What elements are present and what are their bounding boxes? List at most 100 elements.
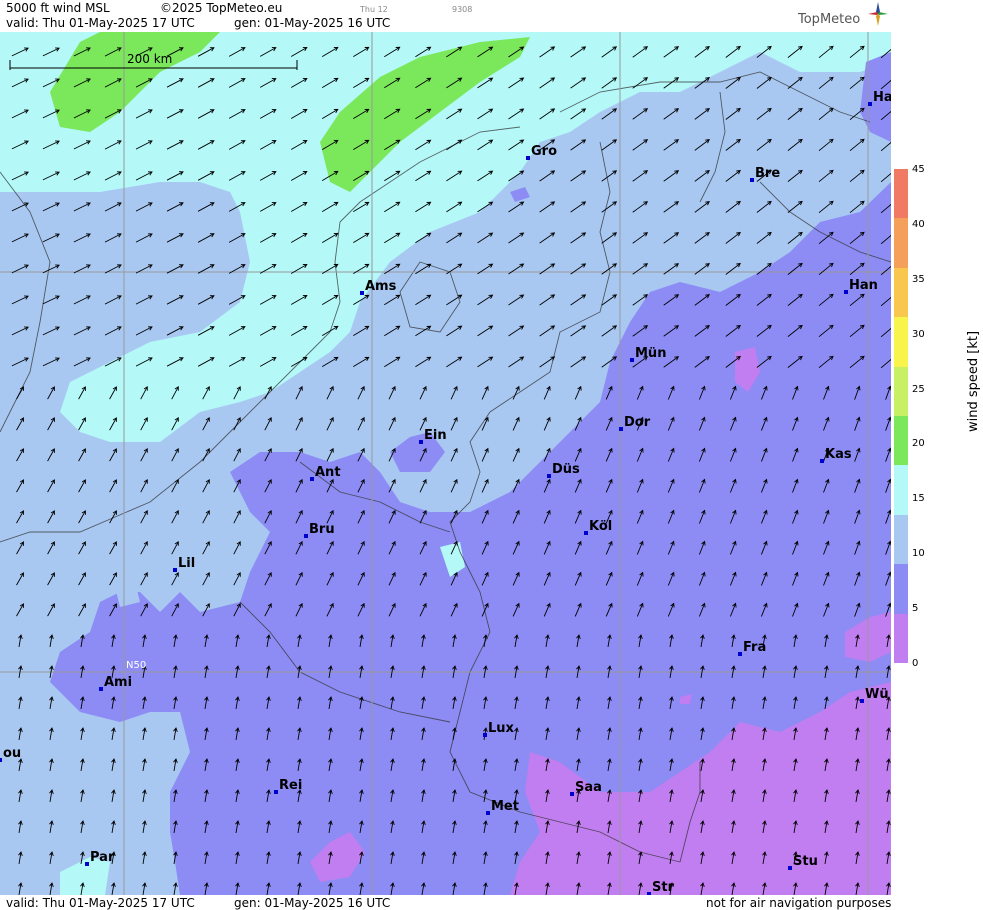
city-label: Ha: [873, 90, 891, 105]
city-marker: [483, 733, 487, 737]
city-marker: [630, 358, 634, 362]
city-marker: [486, 811, 490, 815]
city-label: Lil: [178, 556, 195, 571]
city-gro[interactable]: Gro: [526, 144, 557, 160]
city-label: Mün: [635, 346, 666, 361]
city-dor[interactable]: Dor: [619, 415, 651, 431]
city-marker: [788, 866, 792, 870]
colorbar-segment: [894, 317, 908, 367]
city-marker: [860, 699, 864, 703]
city-label: Wü: [865, 687, 889, 702]
city-label: Saa: [575, 780, 602, 795]
city-label: Par: [90, 850, 115, 865]
city-ams[interactable]: Ams: [360, 279, 397, 295]
colorbar-segment: [894, 514, 908, 565]
city-marker: [419, 440, 423, 444]
small-tag-run: Thu 12: [360, 5, 388, 14]
city-marker: [844, 290, 848, 294]
city-label: Str: [652, 880, 675, 895]
city-label: Ami: [104, 675, 132, 690]
city-marker: [820, 459, 824, 463]
city-bru[interactable]: Bru: [304, 522, 335, 538]
wind-map[interactable]: Ha Gro Bre Ams Han Mün Ein Dor Kas Ant Düs Bru Köl Li…: [0, 32, 891, 895]
city-kas[interactable]: Kas: [820, 447, 852, 463]
colorbar-segment: [894, 613, 908, 664]
colorbar-segment: [894, 267, 908, 318]
city-ou[interactable]: ou: [0, 746, 21, 762]
city-marker: [173, 568, 177, 572]
colorbar-tick-label: 15: [912, 493, 925, 505]
colorbar-tick-label: 35: [912, 273, 925, 285]
copyright: ©2025 TopMeteo.eu: [160, 1, 283, 15]
colorbar-segment: [894, 366, 908, 417]
city-ant[interactable]: Ant: [310, 465, 341, 481]
city-label: Bre: [755, 166, 780, 181]
city-met[interactable]: Met: [486, 799, 519, 815]
city-label: Bru: [309, 522, 335, 537]
colorbar-segment: [894, 218, 908, 268]
colorbar-tick-label: 40: [912, 218, 925, 230]
city-label: Rei: [279, 778, 302, 793]
city-label: Düs: [552, 462, 580, 477]
city-label: Ant: [315, 465, 341, 480]
colorbar-segment: [894, 564, 908, 614]
colorbar-title: wind speed [kt]: [966, 330, 981, 432]
colorbar-tick-label: 20: [912, 438, 925, 450]
topmeteo-logo[interactable]: TopMeteo: [798, 12, 860, 27]
colorbar-segment: [894, 465, 908, 515]
product-title: 5000 ft wind MSL: [6, 1, 110, 15]
city-köl[interactable]: Köl: [584, 519, 612, 535]
city-label: Han: [849, 278, 878, 293]
small-tag-id: 9308: [452, 5, 473, 14]
city-label: Ams: [365, 279, 397, 294]
city-label: Kas: [825, 447, 852, 462]
scale-bar-label: 200 km: [127, 52, 173, 66]
city-marker: [868, 102, 872, 106]
city-marker: [360, 291, 364, 295]
footer-disclaimer: not for air navigation purposes: [706, 896, 892, 910]
city-marker: [750, 178, 754, 182]
colorbar-segment: [894, 416, 908, 466]
city-ami[interactable]: Ami: [99, 675, 132, 691]
city-düs[interactable]: Düs: [547, 462, 580, 478]
colorbar-tick-label: 30: [912, 328, 925, 340]
city-marker: [304, 534, 308, 538]
colorbar-segment: [894, 169, 908, 219]
city-lux[interactable]: Lux: [483, 721, 515, 737]
footer-valid-time: valid: Thu 01-May-2025 17 UTC: [6, 896, 195, 910]
city-han[interactable]: Han: [844, 278, 878, 294]
city-rei[interactable]: Rei: [274, 778, 302, 794]
valid-time: valid: Thu 01-May-2025 17 UTC: [6, 16, 195, 30]
latitude-label: N50: [126, 660, 147, 671]
city-marker: [526, 156, 530, 160]
colorbar-tick-label: 25: [912, 383, 925, 395]
city-fra[interactable]: Fra: [738, 640, 766, 656]
city-str[interactable]: Str: [647, 880, 675, 895]
city-label: Köl: [589, 519, 612, 534]
city-label: ou: [3, 746, 21, 761]
city-par[interactable]: Par: [85, 850, 115, 866]
city-ein[interactable]: Ein: [419, 428, 447, 444]
footer-generated-time: gen: 01-May-2025 16 UTC: [234, 896, 391, 910]
colorbar-tick-label: 5: [912, 603, 919, 615]
city-marker: [647, 892, 651, 895]
city-stu[interactable]: Stu: [788, 854, 818, 870]
colorbar-tick-label: 45: [912, 164, 925, 175]
colorbar-tick-label: 0: [912, 658, 919, 669]
city-label: Stu: [793, 854, 818, 869]
generated-time: gen: 01-May-2025 16 UTC: [234, 16, 391, 30]
city-label: Fra: [743, 640, 766, 655]
city-mün[interactable]: Mün: [630, 346, 666, 362]
city-marker: [619, 427, 623, 431]
city-saa[interactable]: Saa: [570, 780, 602, 796]
colorbar-tick-label: 10: [912, 548, 925, 560]
city-marker: [99, 687, 103, 691]
city-bre[interactable]: Bre: [750, 166, 780, 182]
city-label: Dor: [624, 415, 651, 430]
city-marker: [274, 790, 278, 794]
city-label: Gro: [531, 144, 557, 159]
compass-star-icon: [868, 2, 888, 26]
city-wü[interactable]: Wü: [860, 687, 889, 703]
city-marker: [738, 652, 742, 656]
city-marker: [547, 474, 551, 478]
